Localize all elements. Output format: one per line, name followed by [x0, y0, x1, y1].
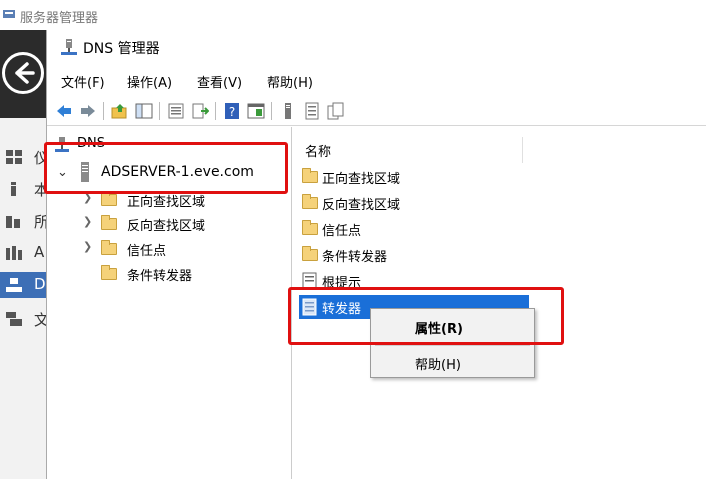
menu-action[interactable]: 操作(A) — [127, 72, 172, 91]
dns-manager-icon — [61, 39, 77, 55]
server-manager-titlebar — [0, 0, 706, 30]
folder-icon — [101, 240, 117, 255]
tree-item-reverse-zones[interactable]: ❯ 反向查找区域 — [77, 213, 277, 235]
up-folder-icon[interactable] — [111, 102, 129, 120]
server-icon[interactable] — [279, 102, 297, 120]
sidebar-item-all-servers[interactable]: 所 — [0, 208, 49, 234]
dns-manager-title: DNS 管理器 — [83, 41, 160, 57]
arrow-left-icon — [15, 62, 35, 84]
sidebar-item-file-services[interactable]: 文 — [0, 306, 49, 332]
all-servers-icon — [6, 216, 20, 228]
context-menu-divider — [375, 345, 530, 346]
properties-icon[interactable] — [167, 102, 185, 120]
show-hide-tree-icon[interactable] — [135, 102, 153, 120]
sidebar-item-local-server[interactable]: 本 — [0, 176, 49, 202]
list-item[interactable]: 正向查找区域 — [299, 165, 529, 189]
export-list-icon[interactable] — [191, 102, 209, 120]
menu-help[interactable]: 帮助(H) — [267, 72, 313, 91]
list-item[interactable]: 条件转发器 — [299, 243, 529, 267]
tree-item-trust-points[interactable]: ❯ 信任点 — [77, 238, 277, 260]
list-item[interactable]: 反向查找区域 — [299, 191, 529, 215]
menu-file[interactable]: 文件(F) — [61, 72, 105, 91]
copy-records-icon[interactable] — [327, 102, 345, 120]
back-arrow-icon[interactable] — [55, 102, 73, 120]
folder-icon — [302, 194, 318, 209]
svg-text:?: ? — [229, 105, 235, 119]
local-server-icon — [11, 182, 16, 196]
column-header-name[interactable]: 名称 — [293, 137, 523, 163]
folder-icon — [302, 220, 318, 235]
chevron-right-icon[interactable]: ❯ — [83, 215, 92, 228]
folder-icon — [302, 246, 318, 261]
sidebar-item-dashboard[interactable]: 仪 — [0, 144, 49, 170]
tree-item-conditional-forwarders[interactable]: 条件转发器 — [77, 263, 277, 285]
folder-icon — [302, 168, 318, 183]
ad-ds-icon — [6, 246, 22, 260]
folder-icon — [101, 265, 117, 280]
folder-icon — [101, 215, 117, 230]
annotation-box-forwarders — [288, 287, 564, 345]
console-icon[interactable] — [247, 102, 265, 120]
sidebar-item-dns[interactable]: D — [0, 272, 46, 298]
dns-icon — [6, 278, 22, 292]
file-services-icon — [6, 312, 22, 326]
record-list-icon[interactable] — [303, 102, 321, 120]
toolbar: ? — [47, 96, 706, 126]
annotation-box-server — [44, 142, 288, 194]
back-button[interactable] — [2, 52, 44, 94]
list-item[interactable]: 信任点 — [299, 217, 529, 241]
dns-manager-window: DNS 管理器 文件(F) 操作(A) 查看(V) 帮助(H) ? DNS ⌄ … — [46, 30, 706, 479]
server-manager-icon — [3, 10, 15, 18]
server-manager-title: 服务器管理器 — [20, 11, 99, 26]
context-menu-help[interactable]: 帮助(H) — [371, 349, 534, 375]
sidebar-item-ad-ds[interactable]: A — [0, 240, 46, 266]
forward-arrow-icon[interactable] — [79, 102, 97, 120]
chevron-right-icon[interactable]: ❯ — [83, 240, 92, 253]
dashboard-icon — [6, 150, 22, 164]
menu-view[interactable]: 查看(V) — [197, 72, 242, 91]
folder-icon — [101, 191, 117, 206]
help-icon[interactable]: ? — [223, 102, 241, 120]
menu-bar: 文件(F) 操作(A) 查看(V) 帮助(H) — [47, 70, 706, 92]
